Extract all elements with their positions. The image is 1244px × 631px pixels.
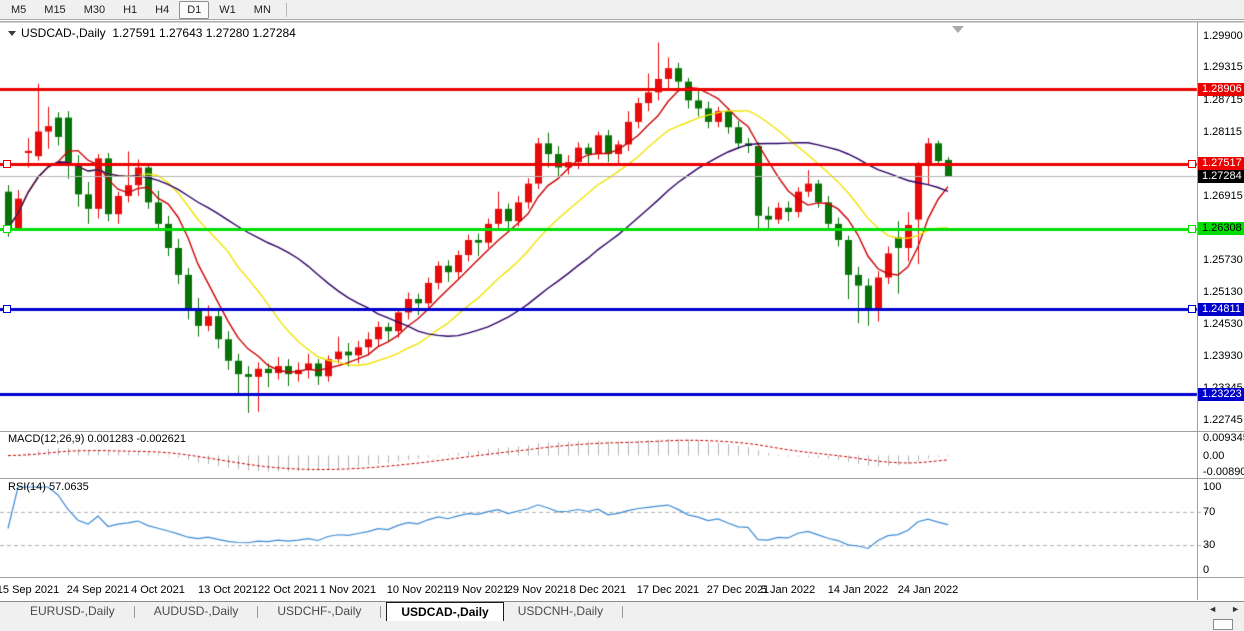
resize-grip[interactable] — [1213, 619, 1233, 630]
tab-scroll-left-icon[interactable]: ◄ — [1208, 605, 1217, 614]
chart-tab-audusd[interactable]: AUDUSD-,Daily — [140, 602, 253, 620]
collapse-triangle-icon[interactable] — [8, 31, 16, 36]
macd-label: MACD(12,26,9) 0.001283 -0.002621 — [8, 433, 186, 445]
hline-price-badge: 1.28906 — [1198, 83, 1244, 96]
symbol-ohlc-text: USDCAD-,Daily 1.27591 1.27643 1.27280 1.… — [21, 26, 296, 40]
rsi-label: RSI(14) 57.0635 — [8, 481, 89, 493]
timeframe-button-h4[interactable]: H4 — [147, 1, 177, 19]
timeframe-toolbar: M5M15M30H1H4D1W1MN — [0, 0, 1244, 20]
price-axis-label: 1.25130 — [1203, 286, 1243, 298]
hline-anchor[interactable] — [3, 225, 11, 233]
price-axis-label: 1.26915 — [1203, 190, 1243, 202]
date-axis-label: 24 Jan 2022 — [883, 584, 973, 596]
timeframe-button-m5[interactable]: M5 — [3, 1, 34, 19]
hline-anchor[interactable] — [3, 160, 11, 168]
hline-anchor[interactable] — [1188, 305, 1196, 313]
hline-price-badge: 1.24811 — [1198, 303, 1244, 316]
chart-canvas[interactable] — [0, 0, 1244, 631]
chart-tab-bar: EURUSD-,Daily AUDUSD-,Daily USDCHF-,Daily U… — [0, 601, 1244, 631]
chart-tab-usdchf[interactable]: USDCHF-,Daily — [263, 602, 375, 620]
hline-price-badge: 1.23223 — [1198, 388, 1244, 401]
price-axis-label: 1.28115 — [1203, 126, 1242, 138]
price-axis-label: 1.22745 — [1203, 414, 1243, 426]
hline-anchor[interactable] — [1188, 225, 1196, 233]
tab-separator — [134, 606, 135, 618]
pane-separator-dates — [0, 577, 1244, 578]
timeframe-button-m15[interactable]: M15 — [36, 1, 73, 19]
rsi-axis-label: 100 — [1203, 481, 1221, 493]
timeframe-button-w1[interactable]: W1 — [211, 1, 244, 19]
price-axis-label: 1.29315 — [1203, 61, 1243, 73]
price-axis-label: 1.25730 — [1203, 254, 1243, 266]
price-axis-label: 1.24530 — [1203, 318, 1243, 330]
price-axis-label: 1.23930 — [1203, 350, 1243, 362]
rsi-axis-label: 70 — [1203, 506, 1215, 518]
toolbar-separator — [286, 3, 287, 17]
rsi-axis-label: 0 — [1203, 564, 1209, 576]
chart-tab-usdcnh[interactable]: USDCNH-,Daily — [504, 602, 617, 620]
timeframe-button-m30[interactable]: M30 — [76, 1, 113, 19]
hline-price-badge: 1.27517 — [1198, 157, 1244, 170]
tab-scroll-buttons: ◄ ► — [1208, 605, 1240, 614]
hline-price-badge: 1.26308 — [1198, 222, 1244, 235]
symbol-header: USDCAD-,Daily 1.27591 1.27643 1.27280 1.… — [8, 26, 296, 40]
chart-tab-usdcad[interactable]: USDCAD-,Daily — [386, 602, 503, 621]
timeframe-button-mn[interactable]: MN — [246, 1, 279, 19]
tab-separator — [380, 606, 381, 618]
timeframe-button-d1[interactable]: D1 — [179, 1, 209, 19]
trading-terminal-window: M5M15M30H1H4D1W1MN USDCAD-,Daily 1.27591… — [0, 0, 1244, 631]
tab-separator — [622, 606, 623, 618]
chart-shift-icon[interactable] — [952, 26, 964, 33]
tab-separator — [257, 606, 258, 618]
hline-anchor[interactable] — [3, 305, 11, 313]
macd-axis-label: 0.00 — [1203, 450, 1224, 462]
timeframe-button-h1[interactable]: H1 — [115, 1, 145, 19]
rsi-axis-label: 30 — [1203, 539, 1215, 551]
window-divider — [0, 21, 1244, 23]
price-axis-label: 1.29900 — [1203, 30, 1243, 42]
chart-tab-eurusd[interactable]: EURUSD-,Daily — [16, 602, 129, 620]
macd-axis-label: -0.008902 — [1203, 466, 1244, 478]
macd-axis-label: 0.009345 — [1203, 432, 1244, 444]
pane-separator-rsi[interactable] — [0, 478, 1244, 479]
pane-separator-macd[interactable] — [0, 431, 1244, 432]
hline-anchor[interactable] — [1188, 160, 1196, 168]
current-price-badge: 1.27284 — [1198, 170, 1244, 183]
tab-scroll-right-icon[interactable]: ► — [1231, 605, 1240, 614]
